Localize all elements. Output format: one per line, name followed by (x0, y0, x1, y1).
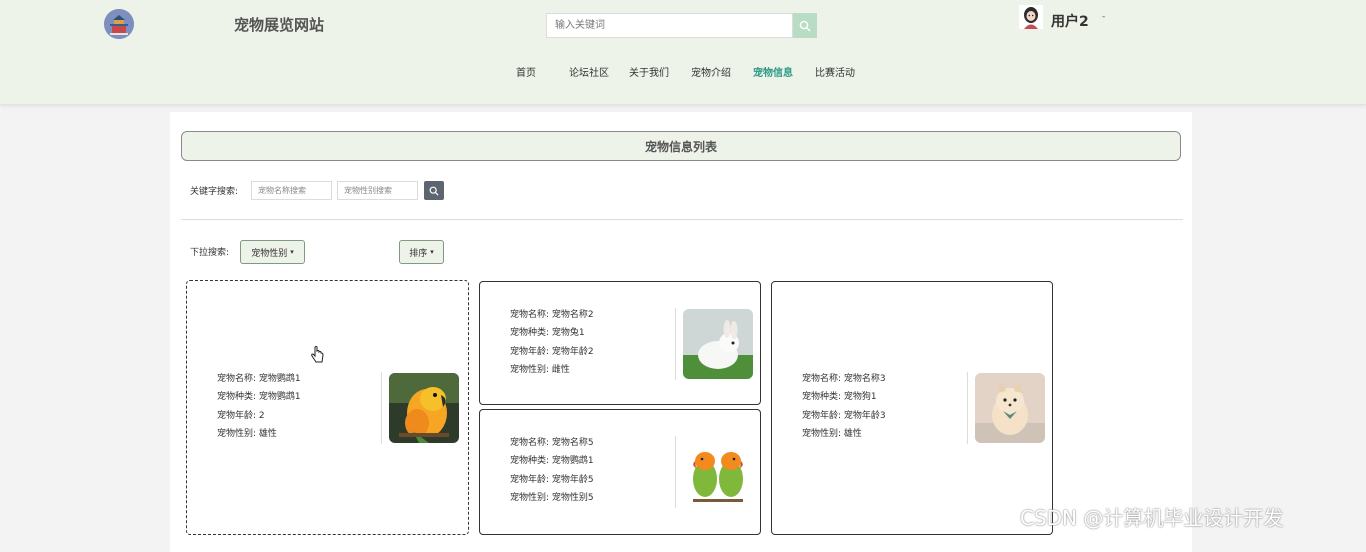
pet-age: 宠物年龄: 宠物年龄5 (510, 474, 594, 485)
pet-info: 宠物名称: 宠物名称5 宠物种类: 宠物鹦鹉1 宠物年龄: 宠物年龄5 宠物性别… (510, 434, 594, 507)
sort-dropdown-label: 排序 (409, 248, 428, 259)
header-search-button[interactable] (793, 13, 817, 38)
pet-gender: 宠物性别: 雌性 (510, 364, 570, 375)
caret-down-icon: ▾ (290, 248, 294, 256)
card-divider (967, 372, 968, 444)
keyword-search-label: 关键字搜索: (190, 187, 239, 197)
watermark: CSDN @计算机毕业设计开发 (1020, 506, 1284, 530)
caret-down-icon: ▾ (430, 248, 434, 256)
sort-dropdown[interactable]: 排序 ▾ (399, 240, 444, 264)
nav-item-competition[interactable]: 比赛活动 (815, 64, 855, 79)
pet-species: 宠物种类: 宠物狗1 (802, 392, 877, 403)
section-divider (181, 219, 1183, 220)
pet-name: 宠物名称: 宠物名称3 (802, 374, 886, 384)
header-search (546, 13, 817, 38)
pet-age: 宠物年龄: 宠物年龄3 (802, 410, 886, 421)
pet-age: 宠物年龄: 2 (217, 410, 265, 421)
pet-name-search-input[interactable] (251, 181, 332, 200)
pet-image-lovebird-pair[interactable] (683, 437, 753, 507)
pet-info: 宠物名称: 宠物鹦鹉1 宠物种类: 宠物鹦鹉1 宠物年龄: 2 宠物性别: 雄性 (217, 370, 301, 443)
pet-info: 宠物名称: 宠物名称2 宠物种类: 宠物兔1 宠物年龄: 宠物年龄2 宠物性别:… (510, 306, 594, 379)
hand-cursor-icon (311, 346, 325, 368)
pet-image-pomeranian-dog[interactable] (975, 373, 1045, 443)
main-nav: 首页 论坛社区 关于我们 宠物介绍 宠物信息 比赛活动 (0, 64, 1366, 79)
pet-card[interactable]: 宠物名称: 宠物名称5 宠物种类: 宠物鹦鹉1 宠物年龄: 宠物年龄5 宠物性别… (479, 409, 761, 535)
pet-card[interactable]: 宠物名称: 宠物名称2 宠物种类: 宠物兔1 宠物年龄: 宠物年龄2 宠物性别:… (479, 281, 761, 405)
pet-name: 宠物名称: 宠物名称2 (510, 310, 594, 320)
dropdown-search-label: 下拉搜索: (190, 248, 230, 258)
nav-item-forum[interactable]: 论坛社区 (569, 64, 609, 79)
pet-image-orange-parrot[interactable] (389, 373, 459, 443)
keyword-search-button[interactable] (424, 181, 444, 200)
pet-species: 宠物种类: 宠物鹦鹉1 (217, 392, 301, 403)
pet-gender: 宠物性别: 雄性 (802, 428, 862, 439)
nav-item-about[interactable]: 关于我们 (629, 64, 669, 79)
pet-gender-dropdown[interactable]: 宠物性别 ▾ (240, 240, 305, 264)
pet-gender-dropdown-label: 宠物性别 (251, 248, 288, 259)
pet-age: 宠物年龄: 宠物年龄2 (510, 346, 594, 357)
pet-image-white-rabbit[interactable] (683, 309, 753, 379)
card-divider (381, 372, 382, 444)
nav-item-pet-info[interactable]: 宠物信息 (753, 64, 793, 79)
user-menu-caret-icon[interactable]: - (1102, 12, 1105, 22)
site-logo-icon[interactable] (104, 9, 134, 39)
card-divider (675, 436, 676, 508)
page-title: 宠物信息列表 (181, 131, 1181, 161)
search-icon (799, 20, 811, 31)
top-header: 宠物展览网站 用户2 - 首页 论坛社区 关于我们 宠物介绍 宠物信息 比赛活动 (0, 0, 1366, 105)
pet-name: 宠物名称: 宠物名称5 (510, 438, 594, 448)
main-panel: 宠物信息列表 关键字搜索: 下拉搜索: 宠物性别 ▾ 排序 ▾ 宠物名称: 宠物… (170, 112, 1192, 552)
nav-item-home[interactable]: 首页 (516, 64, 536, 79)
pet-card[interactable]: 宠物名称: 宠物鹦鹉1 宠物种类: 宠物鹦鹉1 宠物年龄: 2 宠物性别: 雄性 (186, 280, 469, 535)
site-title[interactable]: 宠物展览网站 (234, 14, 324, 35)
search-icon (429, 186, 439, 196)
pet-species: 宠物种类: 宠物兔1 (510, 328, 585, 339)
pet-gender: 宠物性别: 宠物性别5 (510, 492, 594, 503)
user-avatar[interactable] (1019, 5, 1043, 29)
pet-name: 宠物名称: 宠物鹦鹉1 (217, 374, 301, 384)
pet-gender: 宠物性别: 雄性 (217, 428, 277, 439)
pet-card[interactable]: 宠物名称: 宠物名称3 宠物种类: 宠物狗1 宠物年龄: 宠物年龄3 宠物性别:… (771, 281, 1053, 535)
pet-info: 宠物名称: 宠物名称3 宠物种类: 宠物狗1 宠物年龄: 宠物年龄3 宠物性别:… (802, 370, 886, 443)
username[interactable]: 用户2 (1051, 11, 1089, 31)
card-divider (675, 308, 676, 380)
nav-item-pet-intro[interactable]: 宠物介绍 (691, 64, 731, 79)
pet-gender-search-input[interactable] (337, 181, 418, 200)
header-search-input[interactable] (546, 13, 793, 38)
pet-species: 宠物种类: 宠物鹦鹉1 (510, 456, 594, 467)
